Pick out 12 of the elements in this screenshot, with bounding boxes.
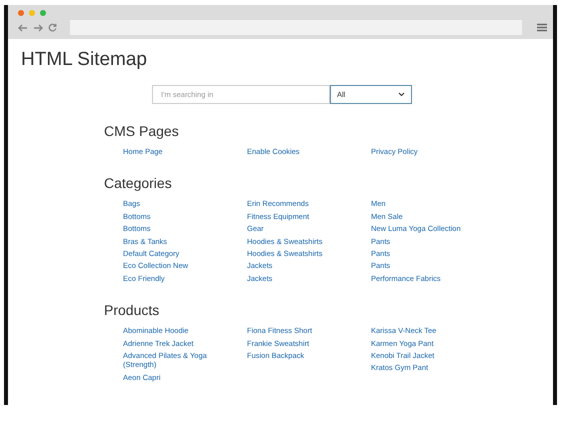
menu-icon[interactable] bbox=[537, 23, 547, 32]
minimize-dot[interactable] bbox=[29, 10, 35, 16]
close-dot[interactable] bbox=[18, 10, 24, 16]
page-title: HTML Sitemap bbox=[21, 49, 148, 71]
section-heading: Products bbox=[104, 302, 160, 318]
back-icon[interactable] bbox=[18, 24, 28, 32]
chevron-down-icon bbox=[398, 92, 405, 97]
section-heading: Categories bbox=[104, 175, 173, 192]
maximize-dot[interactable] bbox=[40, 10, 46, 16]
forward-icon[interactable] bbox=[33, 24, 43, 32]
reload-icon[interactable] bbox=[48, 23, 57, 32]
section-heading: CMS Pages bbox=[104, 123, 180, 139]
